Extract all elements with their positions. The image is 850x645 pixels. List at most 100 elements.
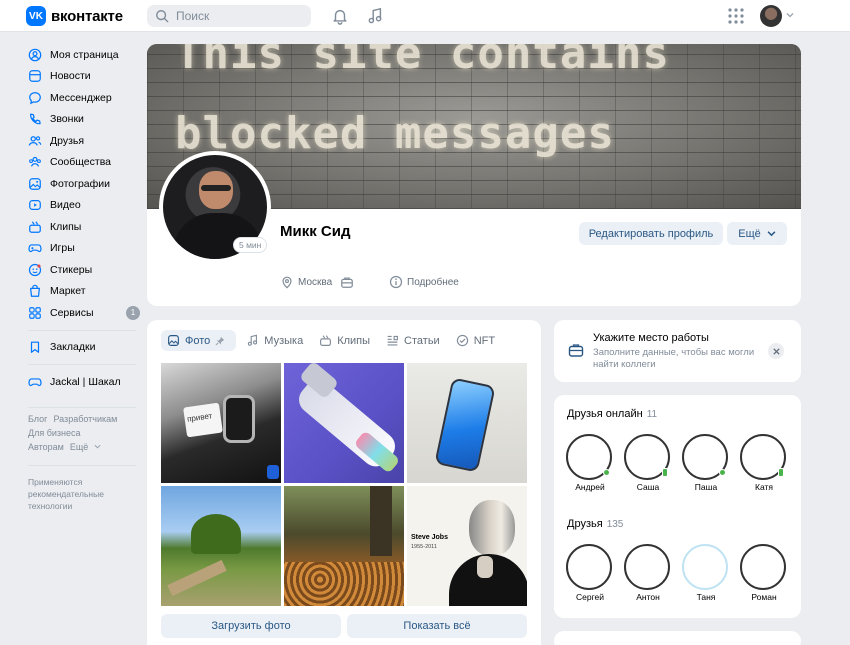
nav-item-my-page[interactable]: Моя страница: [28, 44, 140, 66]
friend-online-item[interactable]: Паша: [682, 434, 730, 492]
photo-icon: [168, 335, 179, 346]
profile-card: This site contains blocked messages 5 ми…: [147, 44, 801, 306]
nav-item-calls[interactable]: Звонки: [28, 109, 140, 131]
upload-photo-button[interactable]: Загрузить фото: [161, 614, 341, 638]
users-icon: [28, 135, 42, 146]
cover-text-line2: blocked messages: [175, 108, 615, 159]
nav-item-services[interactable]: Сервисы 1: [28, 302, 140, 324]
apps-grid-icon[interactable]: [727, 7, 745, 25]
briefcase-icon: [568, 344, 584, 357]
friends-online-header[interactable]: Друзья онлайн 11: [567, 408, 657, 420]
profile-city[interactable]: Москва: [280, 275, 332, 289]
friend-name: Роман: [751, 592, 777, 602]
workplace-title[interactable]: Укажите место работы: [593, 332, 709, 344]
online-indicator: [603, 469, 610, 476]
music-icon[interactable]: [366, 7, 384, 25]
photo-thumbnail-forest[interactable]: [284, 486, 404, 606]
photo-thumbnail-meadow[interactable]: [161, 486, 281, 606]
friend-item[interactable]: Антон: [624, 544, 672, 602]
footer-link-business[interactable]: Для бизнеса: [28, 428, 81, 438]
watch-face: [223, 395, 255, 443]
nav-label: Друзья: [50, 134, 85, 147]
footer-link-authors[interactable]: Авторам: [28, 442, 64, 452]
search-input[interactable]: Поиск: [147, 5, 311, 27]
nav-item-market[interactable]: Маркет: [28, 281, 140, 303]
tab-articles[interactable]: Статьи: [380, 330, 446, 351]
nav-label: Видео: [50, 199, 81, 212]
show-all-button[interactable]: Показать всё: [347, 614, 527, 638]
newspaper-icon: [29, 70, 41, 83]
nav-label: Сообщества: [50, 156, 111, 169]
close-icon: [772, 347, 780, 355]
more-button[interactable]: Ещё: [727, 222, 787, 245]
friends-online-count: 11: [646, 409, 658, 420]
next-card: [554, 631, 801, 645]
briefcase-icon[interactable]: [340, 275, 354, 289]
nav-item-messenger[interactable]: Мессенджер: [28, 87, 140, 109]
photo-thumbnail-watch[interactable]: привет: [161, 363, 281, 483]
footer-link-developers[interactable]: Разработчикам: [53, 414, 117, 424]
friend-item[interactable]: Сергей: [566, 544, 614, 602]
message-icon: [29, 91, 41, 105]
nav-item-stickers[interactable]: Стикеры: [28, 259, 140, 281]
bell-icon[interactable]: [331, 7, 349, 25]
profile-details-link[interactable]: Подробнее: [389, 275, 459, 289]
services-icon: [29, 306, 41, 319]
close-button[interactable]: [768, 343, 784, 359]
nav-item-bookmarks[interactable]: Закладки: [28, 337, 140, 359]
friend-online-item[interactable]: Саша: [624, 434, 672, 492]
friend-online-item[interactable]: Андрей: [566, 434, 614, 492]
nav-label: Jackal | Шакал: [50, 375, 121, 388]
cover-text-line1: This site contains: [175, 44, 670, 79]
nav-label: Звонки: [50, 113, 84, 126]
nav-divider: [28, 465, 136, 466]
footer-link-more[interactable]: Ещё: [70, 442, 88, 452]
nav-label: Стикеры: [50, 263, 93, 276]
nav-item-clips[interactable]: Клипы: [28, 216, 140, 238]
photo-thumbnail-cable[interactable]: [284, 363, 404, 483]
friend-item[interactable]: Таня: [682, 544, 730, 602]
footer-link-blog[interactable]: Блог: [28, 414, 47, 424]
header-avatar[interactable]: [760, 5, 782, 27]
tab-photos[interactable]: Фото: [161, 330, 237, 351]
more-button-label: Ещё: [738, 227, 761, 240]
jobs-hand: [477, 556, 493, 578]
tab-label: Фото: [185, 334, 211, 347]
nav-item-games[interactable]: Игры: [28, 238, 140, 260]
nav-label: Фотографии: [50, 177, 111, 190]
nav-item-photos[interactable]: Фотографии: [28, 173, 140, 195]
photo-thumbnail-steve-jobs[interactable]: Steve Jobs 1955-2011: [407, 486, 527, 606]
mobile-online-indicator: [778, 468, 784, 477]
gamepad-icon: [28, 378, 42, 386]
tab-music[interactable]: Музыка: [240, 330, 309, 351]
vk-logo-text: вконтакте: [51, 7, 123, 25]
tab-nft[interactable]: NFT: [450, 330, 501, 351]
photo-thumbnail-phone[interactable]: [407, 363, 527, 483]
friend-name: Таня: [696, 592, 716, 602]
recommendation-note[interactable]: Применяются рекомендательные технологии: [28, 476, 138, 512]
nav-label: Сервисы: [50, 306, 94, 319]
user-circle-icon: [28, 48, 42, 62]
dirt-path: [167, 559, 227, 597]
vk-logo-icon: VK: [26, 6, 46, 26]
clips-icon: [320, 335, 332, 346]
nav-item-communities[interactable]: Сообщества: [28, 152, 140, 174]
nav-item-friends[interactable]: Друзья: [28, 130, 140, 152]
chevron-down-icon[interactable]: [786, 11, 794, 19]
nav-item-video[interactable]: Видео: [28, 195, 140, 217]
friend-online-item[interactable]: Катя: [740, 434, 788, 492]
friend-item[interactable]: Роман: [740, 544, 788, 602]
tab-clips[interactable]: Клипы: [313, 330, 376, 351]
info-icon: [389, 275, 403, 289]
friend-name: Андрей: [575, 482, 605, 492]
tree-cluster: [191, 514, 241, 554]
pin-icon[interactable]: [215, 336, 225, 346]
edit-profile-button[interactable]: Редактировать профиль: [579, 222, 723, 245]
nav-label: Маркет: [50, 285, 86, 298]
friends-header[interactable]: Друзья 135: [567, 518, 623, 530]
nav-item-news[interactable]: Новости: [28, 66, 140, 88]
vk-logo[interactable]: VK вконтакте: [26, 6, 123, 26]
tab-label: Статьи: [404, 334, 440, 347]
friend-avatar: [566, 544, 612, 590]
nav-item-community-jackal[interactable]: Jackal | Шакал: [28, 371, 140, 393]
